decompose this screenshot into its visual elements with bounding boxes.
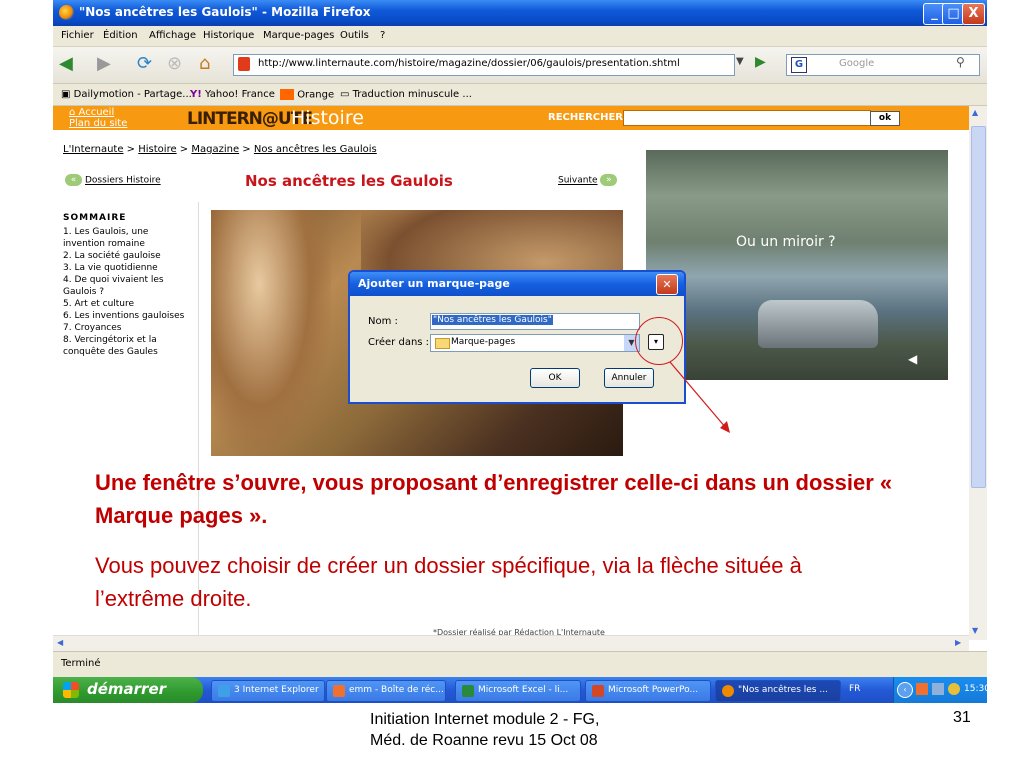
slide-footer: Initiation Internet module 2 - FG, Méd. …	[370, 709, 690, 751]
annotation-bold-text: Une fenêtre s’ouvre, vous proposant d’en…	[95, 470, 893, 528]
footer-line2: Méd. de Roanne revu 15 Oct 08	[370, 732, 598, 749]
slide-page-number: 31	[953, 709, 971, 726]
annotation-arrow	[669, 361, 730, 433]
footer-line1: Initiation Internet module 2 - FG,	[370, 711, 600, 728]
annotation-normal-text: Vous pouvez choisir de créer un dossier …	[95, 553, 802, 611]
